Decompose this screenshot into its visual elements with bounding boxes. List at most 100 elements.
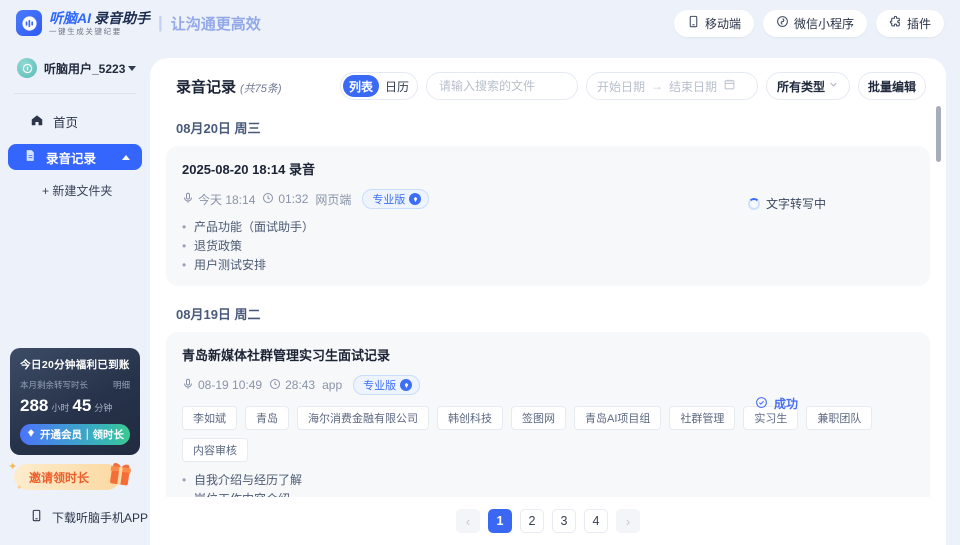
view-toggle: 列表 日历 — [340, 72, 418, 100]
user-menu[interactable]: 听脑用户_5223 — [0, 54, 150, 82]
tag-list: 李如斌 青岛 海尔消费金融有限公司 韩创科技 签图网 青岛AI项目组 社群管理 … — [182, 406, 914, 462]
mic-icon — [182, 378, 194, 393]
brand-subtitle: 一键生成关键纪要 — [49, 28, 150, 36]
mobile-button[interactable]: 移动端 — [674, 10, 754, 37]
pro-gem-icon — [409, 193, 421, 205]
promo-minutes: 45 — [72, 396, 91, 416]
wechat-miniprogram-button[interactable]: 微信小程序 — [763, 10, 867, 37]
app-window: 听脑AI 录音助手 一键生成关键纪要 | 让沟通更高效 移动端 微信小程序 插件 — [0, 0, 960, 545]
scrollbar[interactable] — [936, 106, 941, 162]
page-button-4[interactable]: 4 — [584, 509, 608, 533]
tag[interactable]: 青岛 — [245, 406, 289, 430]
summary-item: 用户测试安排 — [182, 256, 914, 275]
brand-text: 听脑AI 录音助手 一键生成关键纪要 — [49, 11, 150, 36]
pro-badge: 专业版 — [362, 189, 429, 209]
tag[interactable]: 社群管理 — [669, 406, 735, 430]
mobile-icon — [687, 15, 700, 31]
record-time: 08-19 10:49 — [198, 378, 262, 392]
header-actions: 移动端 微信小程序 插件 — [674, 10, 944, 37]
sidebar-item-records[interactable]: 录音记录 — [8, 144, 142, 170]
promo-title: 今日20分钟福利已到账 — [20, 357, 130, 372]
tag[interactable]: 海尔消费金融有限公司 — [297, 406, 429, 430]
divider — [14, 93, 136, 94]
avatar — [17, 58, 37, 78]
group-date: 08月20日 周三 — [166, 118, 930, 137]
user-name: 听脑用户_5223 — [44, 60, 125, 77]
view-toggle-list[interactable]: 列表 — [343, 75, 379, 97]
top-header: 听脑AI 录音助手 一键生成关键纪要 | 让沟通更高效 移动端 微信小程序 插件 — [0, 0, 960, 46]
calendar-icon — [723, 78, 736, 94]
download-app-link[interactable]: 下载听脑手机APP — [0, 507, 150, 527]
pro-badge: 专业版 — [353, 375, 420, 395]
plugin-icon — [889, 15, 902, 31]
record-duration: 01:32 — [278, 192, 308, 206]
record-duration: 28:43 — [285, 378, 315, 392]
tag[interactable]: 签图网 — [511, 406, 566, 430]
record-card[interactable]: 2025-08-20 18:14 录音 今天 18:14 01:32 网页端 专… — [166, 146, 930, 286]
record-list: 08月20日 周三 2025-08-20 18:14 录音 今天 18:14 0… — [150, 118, 946, 545]
plugin-button[interactable]: 插件 — [876, 10, 944, 37]
tag[interactable]: 内容审核 — [182, 438, 248, 462]
tag[interactable]: 李如斌 — [182, 406, 237, 430]
main-panel: 录音记录 (共75条) 列表 日历 开始日期 → 结束日期 所有类型 批量编辑 — [150, 58, 946, 545]
record-source: app — [322, 378, 342, 392]
page-title: 录音记录 — [176, 76, 236, 97]
arrow-right-icon: → — [651, 79, 663, 93]
sidebar: 听脑用户_5223 首页 录音记录 + 新建文件夹 今日20分钟福利已到账 本月… — [0, 46, 150, 545]
record-count: (共75条) — [240, 80, 282, 96]
record-time: 今天 18:14 — [198, 191, 255, 208]
type-filter-dropdown[interactable]: 所有类型 — [766, 72, 850, 100]
record-status: 文字转写中 — [748, 195, 826, 212]
summary-item: 退货政策 — [182, 237, 914, 256]
tag[interactable]: 韩创科技 — [437, 406, 503, 430]
search-input[interactable] — [439, 79, 565, 93]
record-status: 成功 — [755, 395, 798, 412]
brand-slogan: | 让沟通更高效 — [158, 13, 261, 34]
wechat-miniprogram-icon — [776, 15, 789, 31]
toolbar: 录音记录 (共75条) 列表 日历 开始日期 → 结束日期 所有类型 批量编辑 — [150, 58, 946, 100]
batch-edit-button[interactable]: 批量编辑 — [858, 72, 926, 100]
record-source: 网页端 — [315, 191, 351, 208]
search-box — [426, 72, 578, 100]
date-range-picker[interactable]: 开始日期 → 结束日期 — [586, 72, 758, 100]
date-end-placeholder: 结束日期 — [669, 78, 717, 95]
promo-remaining-time: 288 小时 45 分钟 — [20, 396, 130, 416]
page-button-3[interactable]: 3 — [552, 509, 576, 533]
sidebar-item-home[interactable]: 首页 — [0, 106, 150, 136]
chevron-down-icon — [828, 79, 839, 93]
view-toggle-calendar[interactable]: 日历 — [379, 75, 415, 97]
pagination: ‹ 1 2 3 4 › — [150, 497, 946, 545]
tag[interactable]: 青岛AI项目组 — [574, 406, 661, 430]
gift-icon — [102, 455, 139, 496]
record-doc-icon — [24, 149, 46, 165]
sidebar-item-new-folder[interactable]: + 新建文件夹 — [0, 178, 150, 202]
next-page-button[interactable]: › — [616, 509, 640, 533]
brand-logo-icon — [16, 10, 42, 36]
clock-icon — [262, 192, 274, 207]
pro-gem-icon — [400, 379, 412, 391]
mic-icon — [182, 192, 194, 207]
promo-hours: 288 — [20, 396, 48, 416]
check-circle-icon — [755, 396, 768, 412]
date-start-placeholder: 开始日期 — [597, 78, 645, 95]
sparkle-icon: ✦ — [8, 460, 17, 473]
home-icon — [30, 113, 53, 130]
chevron-down-icon — [128, 66, 136, 71]
record-summary: 产品功能（面试助手） 退货政策 用户测试安排 — [182, 218, 914, 275]
tag[interactable]: 兼职团队 — [806, 406, 872, 430]
record-title: 2025-08-20 18:14 录音 — [182, 159, 914, 178]
brand-name-blue: 听脑AI — [49, 11, 91, 25]
chevron-up-icon — [122, 155, 130, 160]
group-date: 08月19日 周二 — [166, 304, 930, 323]
prev-page-button[interactable]: ‹ — [456, 509, 480, 533]
promo-remain-label: 本月剩余转写时长 — [20, 379, 88, 391]
phone-icon — [30, 509, 52, 525]
page-button-2[interactable]: 2 — [520, 509, 544, 533]
page-button-1[interactable]: 1 — [488, 509, 512, 533]
open-membership-button[interactable]: 开通会员｜领时长 — [20, 424, 130, 445]
promo-detail-link[interactable]: 明细 — [113, 379, 130, 391]
summary-item: 产品功能（面试助手） — [182, 218, 914, 237]
record-title: 青岛新媒体社群管理实习生面试记录 — [182, 345, 914, 364]
brand-name-dark: 录音助手 — [94, 11, 150, 25]
clock-icon — [269, 378, 281, 393]
